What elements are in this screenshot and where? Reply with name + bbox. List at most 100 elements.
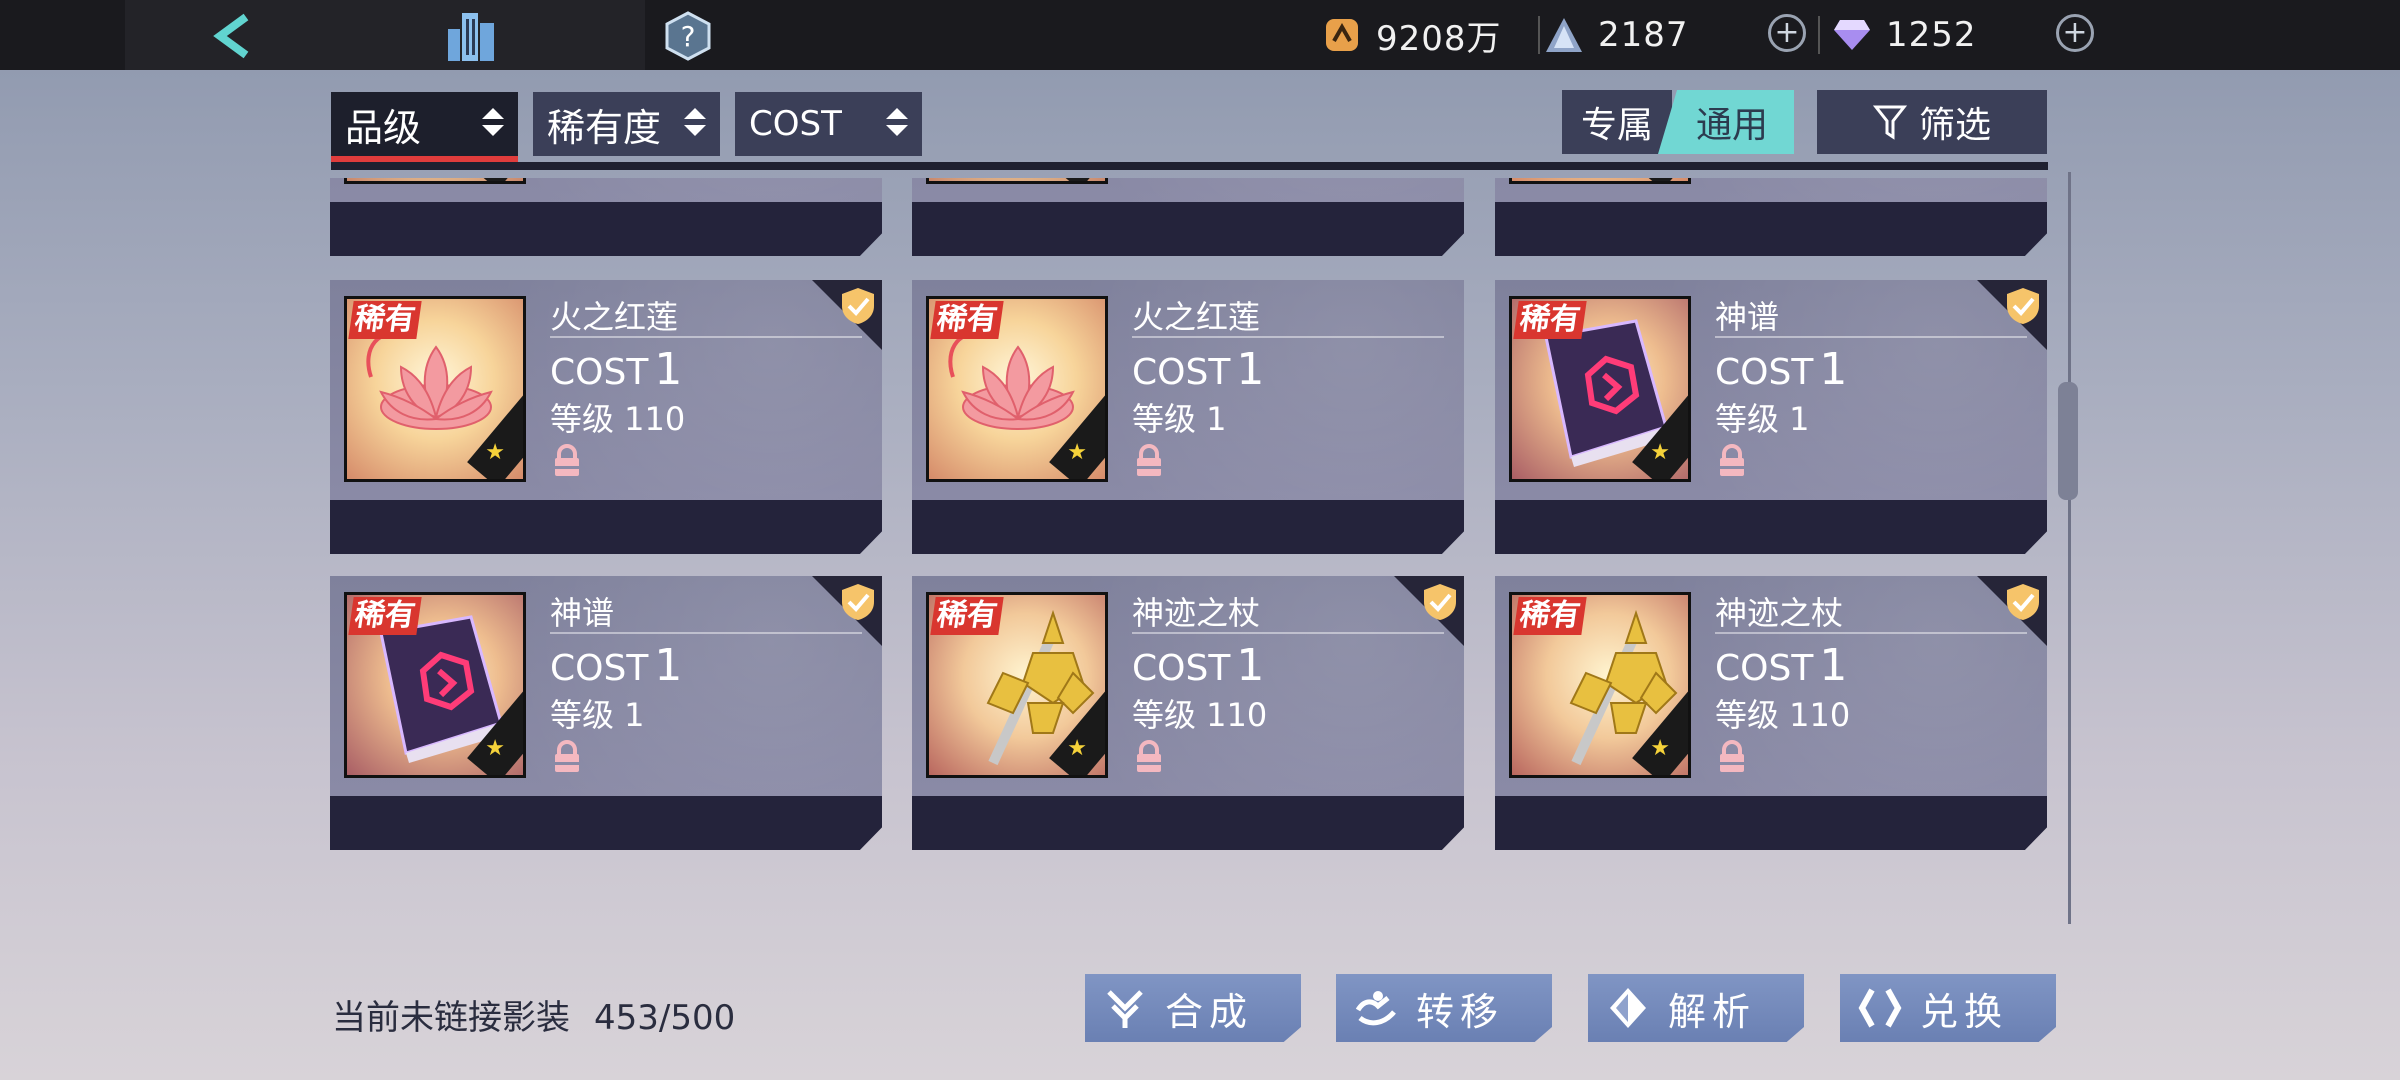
crystal-resource: 1252 — [1832, 10, 1977, 60]
scrollbar-thumb[interactable] — [2058, 382, 2078, 500]
equipped-badge-icon — [2005, 286, 2041, 326]
filter-button[interactable]: 筛选 — [1817, 90, 2047, 154]
name-divider — [1132, 336, 1444, 338]
card-footer — [1495, 796, 2047, 850]
rare-badge: 稀有 — [930, 301, 1004, 339]
svg-text:?: ? — [681, 20, 696, 53]
name-divider — [1715, 632, 2027, 634]
rare-badge: 稀有 — [1513, 597, 1587, 635]
tab-general[interactable]: 通用 — [1658, 90, 1794, 154]
lock-icon[interactable] — [552, 178, 582, 180]
item-name: 火之红莲 — [1132, 298, 1261, 336]
analyze-label: 解析 — [1668, 989, 1757, 1034]
exchange-button[interactable]: 兑换 — [1840, 974, 2056, 1042]
lock-icon[interactable] — [1134, 444, 1164, 478]
card-footer — [1495, 202, 2047, 256]
star-icon: ★ — [485, 736, 505, 761]
item-thumbnail: ★ — [926, 178, 1108, 184]
item-card[interactable]: ★ 等级 110 — [1495, 178, 2047, 260]
lock-icon[interactable] — [552, 740, 582, 774]
item-level: 等级 1 — [1715, 400, 1810, 438]
item-name: 神谱 — [1715, 298, 1780, 336]
item-card[interactable]: 稀有 ★ 火之红莲 COST 1 等级 1 — [912, 280, 1464, 558]
item-level: 等级 110 — [1715, 696, 1851, 734]
sort-arrows-icon — [886, 108, 908, 136]
item-card[interactable]: ★ 等级 1 — [912, 178, 1464, 260]
sort-grade-dropdown[interactable]: 品级 — [331, 92, 518, 162]
star-icon: ★ — [1650, 440, 1670, 465]
item-level: 等级 110 — [1132, 696, 1268, 734]
cost-value: 1 — [1236, 640, 1265, 691]
name-divider — [1715, 336, 2027, 338]
tab-exclusive[interactable]: 专属 — [1562, 90, 1672, 154]
item-name: 神迹之杖 — [1715, 594, 1844, 632]
crystal-icon — [1832, 15, 1872, 55]
item-card[interactable]: 稀有 ★ 火之红莲 COST 1 等级 110 — [330, 280, 882, 558]
home-button[interactable] — [443, 8, 499, 64]
equipped-badge-icon — [2005, 582, 2041, 622]
tower-value: 2187 — [1598, 15, 1689, 55]
tower-resource: 2187 — [1544, 10, 1689, 60]
sort-cost-dropdown[interactable]: COST — [735, 92, 922, 156]
item-card[interactable]: 稀有 ★ 神迹之杖 COST 1 等级 110 — [1495, 576, 2047, 854]
item-card[interactable]: ★ 等级 1 — [330, 178, 882, 260]
item-card[interactable]: 稀有 ★ 神谱 COST 1 等级 1 — [330, 576, 882, 854]
item-cost: COST 1 — [1715, 344, 1847, 395]
top-bar: ? 9208万 2187 + 1252 + — [0, 0, 2400, 70]
lock-icon[interactable] — [552, 444, 582, 478]
city-buildings-icon — [448, 13, 494, 61]
divider — [1818, 16, 1820, 54]
analyze-button[interactable]: 解析 — [1588, 974, 1804, 1042]
add-tower-button[interactable]: + — [1768, 14, 1806, 52]
sort-grade-label: 品级 — [345, 105, 422, 150]
status-label: 当前未链接影装 — [332, 998, 570, 1038]
item-cost: COST 1 — [1715, 640, 1847, 691]
back-arrow-icon — [213, 13, 249, 59]
sort-rarity-label: 稀有度 — [547, 105, 662, 150]
item-cost: COST 1 — [550, 640, 682, 691]
lock-icon[interactable] — [1717, 178, 1747, 180]
coin-icon — [1322, 15, 1362, 55]
lock-icon[interactable] — [1717, 444, 1747, 478]
cost-label: COST — [1715, 648, 1814, 689]
item-card[interactable]: 稀有 ★ 神谱 COST 1 等级 1 — [1495, 280, 2047, 558]
card-footer — [912, 796, 1464, 850]
equipped-badge-icon — [840, 286, 876, 326]
transfer-button[interactable]: 转移 — [1336, 974, 1552, 1042]
cost-value: 1 — [654, 640, 683, 691]
help-hexagon-icon: ? — [665, 11, 711, 61]
synthesize-icon — [1107, 990, 1143, 1028]
filter-label: 筛选 — [1918, 105, 1991, 146]
name-divider — [550, 632, 862, 634]
name-divider — [550, 336, 862, 338]
rare-badge: 稀有 — [930, 597, 1004, 635]
rare-badge: 稀有 — [1513, 301, 1587, 339]
rare-badge: 稀有 — [348, 597, 422, 635]
transfer-hands-icon — [1355, 991, 1396, 1026]
item-thumbnail: ★ — [344, 178, 526, 184]
help-button[interactable]: ? — [660, 8, 716, 64]
lock-icon[interactable] — [1134, 740, 1164, 774]
add-crystal-button[interactable]: + — [2056, 14, 2094, 52]
card-footer — [330, 796, 882, 850]
header-divider — [331, 162, 2048, 170]
card-footer — [1495, 500, 2047, 554]
sort-rarity-dropdown[interactable]: 稀有度 — [533, 92, 720, 156]
item-thumbnail: 稀有 ★ — [344, 296, 526, 482]
sort-cost-label: COST — [749, 104, 842, 144]
equipped-badge-icon — [1422, 582, 1458, 622]
item-thumbnail: 稀有 ★ — [1509, 592, 1691, 778]
synthesize-label: 合成 — [1165, 989, 1254, 1034]
item-card[interactable]: 稀有 ★ 神迹之杖 COST 1 等级 110 — [912, 576, 1464, 854]
synthesize-button[interactable]: 合成 — [1085, 974, 1301, 1042]
cost-value: 1 — [654, 344, 683, 395]
lock-icon[interactable] — [1717, 740, 1747, 774]
tower-icon — [1544, 15, 1584, 55]
star-icon: ★ — [485, 440, 505, 465]
card-footer — [912, 500, 1464, 554]
back-button[interactable] — [205, 8, 261, 64]
lock-icon[interactable] — [1134, 178, 1164, 180]
cost-value: 1 — [1819, 640, 1848, 691]
item-grid: ★ 等级 1 ★ 等级 1 ★ 等级 110 — [330, 178, 2050, 938]
nav-panel — [125, 0, 645, 70]
